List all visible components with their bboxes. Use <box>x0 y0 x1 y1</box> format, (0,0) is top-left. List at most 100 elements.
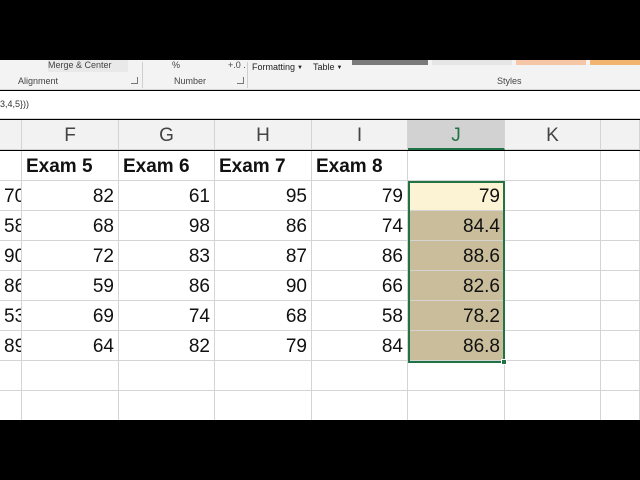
cell[interactable] <box>505 391 601 420</box>
cell[interactable] <box>215 391 312 420</box>
cell[interactable] <box>312 391 408 420</box>
video-letterbox-top <box>0 0 640 60</box>
cell[interactable] <box>505 361 601 391</box>
column-header-k[interactable]: K <box>505 120 601 150</box>
cell-exam-8[interactable]: 66 <box>312 271 408 301</box>
cell-exam-7[interactable]: 79 <box>215 331 312 361</box>
cell-exam-8[interactable]: 86 <box>312 241 408 271</box>
merge-center-button[interactable]: Merge & Center <box>48 60 128 72</box>
cell[interactable] <box>601 361 640 391</box>
cell-exam-6[interactable]: 83 <box>119 241 215 271</box>
column-header-g[interactable]: G <box>119 120 215 150</box>
cell-exam-5[interactable]: 82 <box>22 181 119 211</box>
cell-exam-5[interactable]: 68 <box>22 211 119 241</box>
cell[interactable] <box>505 331 601 361</box>
cell[interactable] <box>601 151 640 181</box>
cell-exam-8[interactable]: 79 <box>312 181 408 211</box>
cell[interactable] <box>215 361 312 391</box>
fill-handle[interactable] <box>501 359 507 365</box>
formula-text[interactable]: 3,4,5})) <box>0 99 29 109</box>
cell-exam-8[interactable]: 84 <box>312 331 408 361</box>
cell[interactable] <box>0 391 22 420</box>
alignment-launcher-icon[interactable] <box>131 77 138 84</box>
cell-exam-7[interactable]: 95 <box>215 181 312 211</box>
cell-e-partial[interactable]: 89 <box>0 331 22 361</box>
cell-style-swatch[interactable] <box>352 60 428 65</box>
cell-exam-8[interactable]: 74 <box>312 211 408 241</box>
number-format-button[interactable]: % <box>172 60 192 72</box>
column-headers: F G H I J K <box>0 120 640 150</box>
cell-style-swatch[interactable] <box>590 60 640 65</box>
cell-e-partial[interactable]: 90 <box>0 241 22 271</box>
cell-exam-7[interactable]: 90 <box>215 271 312 301</box>
cell-exam-7[interactable]: 87 <box>215 241 312 271</box>
cell-average[interactable]: 86.8 <box>408 331 505 361</box>
cell-exam-7[interactable]: 86 <box>215 211 312 241</box>
cell-e-partial[interactable]: 86 <box>0 271 22 301</box>
cell-e-partial[interactable]: 70 <box>0 181 22 211</box>
cell-style-swatch[interactable] <box>432 60 512 65</box>
cell-exam-6[interactable]: 82 <box>119 331 215 361</box>
cell-exam-5[interactable]: 69 <box>22 301 119 331</box>
cell-exam-7[interactable]: 68 <box>215 301 312 331</box>
ribbon-separator <box>142 62 143 88</box>
ribbon: Merge & Center % +.0 .00 Alignment Numbe… <box>0 60 640 90</box>
cell-e-partial[interactable]: 58 <box>0 211 22 241</box>
cell-average[interactable]: 84.4 <box>408 211 505 241</box>
cell[interactable] <box>601 301 640 331</box>
cell[interactable] <box>601 271 640 301</box>
format-as-table-dropdown[interactable]: Table ▼ <box>313 62 342 72</box>
cell[interactable] <box>601 211 640 241</box>
cell-exam-6[interactable]: 86 <box>119 271 215 301</box>
column-header-j[interactable]: J <box>408 120 505 150</box>
cell-exam-6[interactable]: 61 <box>119 181 215 211</box>
cell-average[interactable]: 78.2 <box>408 301 505 331</box>
cell-exam-8[interactable]: 58 <box>312 301 408 331</box>
cell-style-swatch[interactable] <box>516 60 586 65</box>
number-group-label: Number <box>174 76 207 86</box>
cell[interactable] <box>601 331 640 361</box>
cell-average[interactable]: 88.6 <box>408 241 505 271</box>
cell[interactable] <box>601 241 640 271</box>
cell[interactable] <box>505 271 601 301</box>
cell[interactable] <box>505 211 601 241</box>
cell-e-partial[interactable]: 53 <box>0 301 22 331</box>
column-header-i[interactable]: I <box>312 120 408 150</box>
decimal-buttons[interactable]: +.0 .00 <box>228 60 246 72</box>
column-header-h[interactable]: H <box>215 120 312 150</box>
cell[interactable] <box>0 151 22 181</box>
worksheet-grid[interactable]: Exam 5 Exam 6 Exam 7 Exam 8 70 82 61 95 … <box>0 151 640 420</box>
cell[interactable] <box>505 151 601 181</box>
header-cell-exam-6[interactable]: Exam 6 <box>119 151 215 181</box>
formula-bar[interactable]: 3,4,5})) <box>0 91 640 119</box>
cell-average[interactable]: 82.6 <box>408 271 505 301</box>
cell-exam-6[interactable]: 98 <box>119 211 215 241</box>
cell[interactable] <box>408 361 505 391</box>
cell[interactable] <box>408 151 505 181</box>
column-header-e-partial[interactable] <box>0 120 22 150</box>
cell-exam-6[interactable]: 74 <box>119 301 215 331</box>
header-cell-exam-7[interactable]: Exam 7 <box>215 151 312 181</box>
cell[interactable] <box>119 361 215 391</box>
format-as-formatting-dropdown[interactable]: Formatting ▼ <box>252 62 303 72</box>
cell[interactable] <box>505 241 601 271</box>
column-header-l-partial[interactable] <box>601 120 640 150</box>
cell[interactable] <box>601 391 640 420</box>
cell[interactable] <box>312 361 408 391</box>
cell[interactable] <box>22 391 119 420</box>
cell-exam-5[interactable]: 72 <box>22 241 119 271</box>
cell[interactable] <box>601 181 640 211</box>
cell[interactable] <box>22 361 119 391</box>
cell[interactable] <box>505 301 601 331</box>
header-cell-exam-8[interactable]: Exam 8 <box>312 151 408 181</box>
cell[interactable] <box>119 391 215 420</box>
cell[interactable] <box>0 361 22 391</box>
cell-average-active[interactable]: 79 <box>408 181 505 211</box>
cell[interactable] <box>505 181 601 211</box>
column-header-f[interactable]: F <box>22 120 119 150</box>
cell[interactable] <box>408 391 505 420</box>
header-cell-exam-5[interactable]: Exam 5 <box>22 151 119 181</box>
cell-exam-5[interactable]: 59 <box>22 271 119 301</box>
number-launcher-icon[interactable] <box>237 77 244 84</box>
cell-exam-5[interactable]: 64 <box>22 331 119 361</box>
